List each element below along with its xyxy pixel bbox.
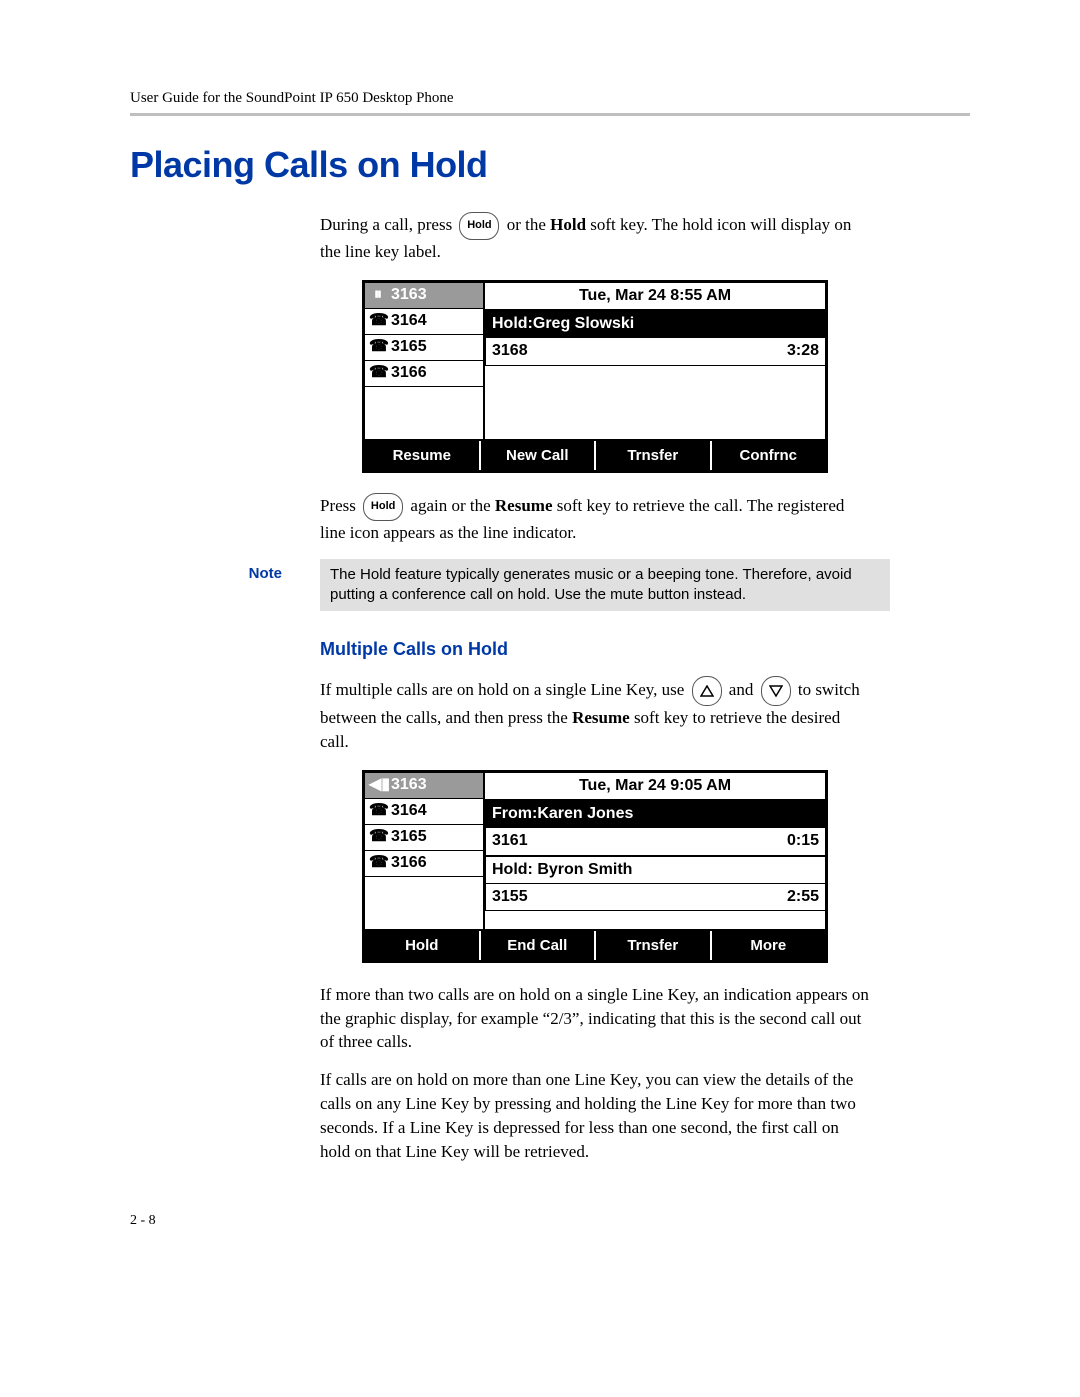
line-key-label: 3165 [391, 826, 427, 848]
paragraph-5: If calls are on hold on more than one Li… [320, 1068, 870, 1163]
call-header: Hold:Greg Slowski [486, 310, 825, 337]
line-key-3: ☎3165 [365, 335, 483, 361]
phone-icon: ☎ [369, 336, 387, 358]
softkey-transfer: Trnsfer [596, 931, 712, 960]
bold-text: Hold [550, 215, 586, 234]
paragraph-1: During a call, press Hold or the Hold so… [320, 212, 870, 264]
up-arrow-icon [692, 676, 722, 706]
hold-button-icon: Hold [363, 493, 403, 521]
text: again or the [410, 496, 495, 515]
text: If multiple calls are on hold on a singl… [320, 680, 689, 699]
text: During a call, press [320, 215, 456, 234]
text: or the [507, 215, 550, 234]
line-key-label: 3166 [391, 852, 427, 874]
text: Press [320, 496, 360, 515]
phone-screen-1: ⏸3163 ☎3164 ☎3165 ☎3166 Tue, Mar 24 8:55… [362, 280, 828, 473]
call2-number-row: 31552:55 [486, 883, 825, 910]
softkey-transfer: Trnsfer [596, 441, 712, 470]
softkey-row: Resume New Call Trnsfer Confrnc [365, 439, 825, 470]
phone-icon: ☎ [369, 800, 387, 822]
softkey-row: Hold End Call Trnsfer More [365, 929, 825, 960]
paragraph-4: If more than two calls are on hold on a … [320, 983, 870, 1054]
line-key-4: ☎3166 [365, 361, 483, 387]
line-key-label: 3166 [391, 362, 427, 384]
line-key-2: ☎3164 [365, 309, 483, 335]
line-key-4: ☎3166 [365, 851, 483, 877]
bold-text: Resume [572, 708, 630, 727]
softkey-end-call: End Call [481, 931, 597, 960]
bold-text: Resume [495, 496, 553, 515]
sub-heading: Multiple Calls on Hold [320, 637, 870, 662]
line-key-1: ⏸3163 [365, 283, 483, 309]
line-key-label: 3163 [391, 774, 427, 796]
phone-icon: ☎ [369, 362, 387, 384]
phone-icon: ☎ [369, 826, 387, 848]
softkey-confrnc: Confrnc [712, 441, 826, 470]
line-key-label: 3165 [391, 336, 427, 358]
call2-header: Hold: Byron Smith [486, 856, 825, 883]
call1-number-row: 31610:15 [486, 827, 825, 854]
hold-button-icon: Hold [459, 212, 499, 240]
header-rule [130, 113, 970, 116]
note-label: Note [130, 559, 320, 582]
page-number: 2 - 8 [130, 1213, 970, 1229]
paragraph-2: Press Hold again or the Resume soft key … [320, 493, 870, 545]
lcd-titlebar: Tue, Mar 24 8:55 AM [485, 283, 825, 310]
line-key-label: 3164 [391, 310, 427, 332]
call-number-row: 31683:28 [486, 337, 825, 364]
softkey-resume: Resume [365, 441, 481, 470]
line-key-1: ◀▮3163 [365, 773, 483, 799]
line-key-2: ☎3164 [365, 799, 483, 825]
section-heading: Placing Calls on Hold [130, 144, 970, 186]
line-key-label: 3164 [391, 800, 427, 822]
softkey-new-call: New Call [481, 441, 597, 470]
down-arrow-icon [761, 676, 791, 706]
phone-icon: ☎ [369, 310, 387, 332]
note-body: The Hold feature typically generates mus… [320, 559, 890, 612]
hold-icon: ⏸ [369, 284, 387, 306]
call1-header: From:Karen Jones [486, 800, 825, 827]
note-block: Note The Hold feature typically generate… [130, 559, 970, 612]
lcd-titlebar: Tue, Mar 24 9:05 AM [485, 773, 825, 800]
softkey-hold: Hold [365, 931, 481, 960]
phone-screen-2: ◀▮3163 ☎3164 ☎3165 ☎3166 Tue, Mar 24 9:0… [362, 770, 828, 963]
line-key-3: ☎3165 [365, 825, 483, 851]
active-call-icon: ◀▮ [369, 774, 387, 796]
paragraph-3: If multiple calls are on hold on a singl… [320, 676, 870, 754]
softkey-more: More [712, 931, 826, 960]
line-key-label: 3163 [391, 284, 427, 306]
running-header: User Guide for the SoundPoint IP 650 Des… [130, 90, 970, 107]
text: and [729, 680, 758, 699]
phone-icon: ☎ [369, 852, 387, 874]
